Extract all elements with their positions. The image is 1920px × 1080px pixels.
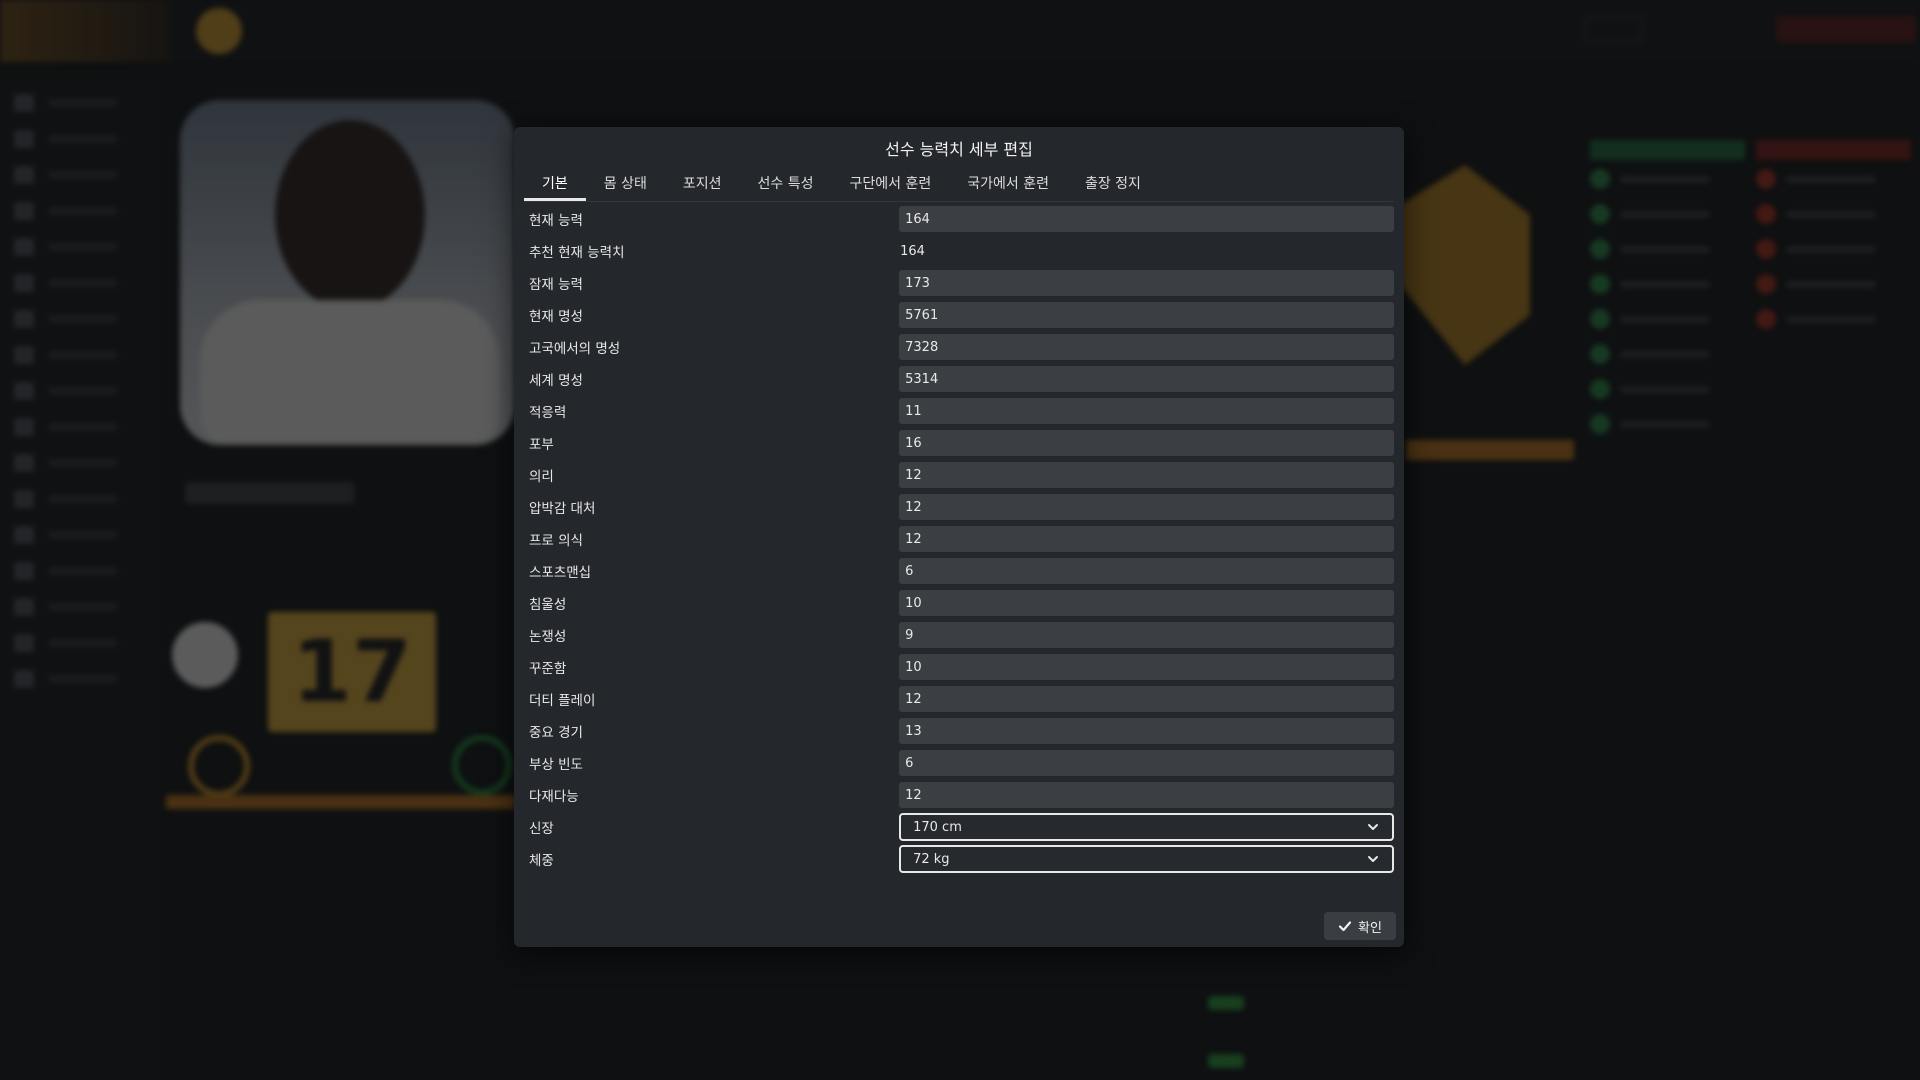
attribute-value-input[interactable] xyxy=(899,334,1394,360)
attribute-label: 추천 현재 능력치 xyxy=(529,245,625,261)
edit-attributes-dialog: 선수 능력치 세부 편집 기본 몸 상태 포지션 선수 특성 구단에서 훈련 국가에서 훈… xyxy=(514,127,1404,947)
attribute-label: 세계 명성 xyxy=(529,373,583,389)
confirm-button[interactable]: 확인 xyxy=(1324,912,1396,940)
select-value: 72 kg xyxy=(913,851,950,867)
checkmark-icon xyxy=(1338,921,1352,932)
weight-select[interactable]: 72 kg xyxy=(899,845,1394,873)
attribute-row: 고국에서의 명성 xyxy=(524,331,1394,363)
attribute-value-input[interactable] xyxy=(899,494,1394,520)
attribute-label: 더티 플레이 xyxy=(529,693,596,709)
attribute-row: 체중 72 kg xyxy=(524,845,1394,873)
chevron-down-icon xyxy=(1368,824,1378,830)
attribute-row: 다재다능 xyxy=(524,779,1394,811)
attribute-row: 잠재 능력 xyxy=(524,267,1394,299)
attributes-form: 현재 능력추천 현재 능력치 164 잠재 능력현재 명성고국에서의 명성세계 명성… xyxy=(524,203,1394,873)
attribute-label: 의리 xyxy=(529,469,554,485)
attribute-row: 추천 현재 능력치 164 xyxy=(524,235,1394,267)
tab-1[interactable]: 몸 상태 xyxy=(586,167,665,201)
confirm-label: 확인 xyxy=(1358,920,1382,936)
dialog-title: 선수 능력치 세부 편집 xyxy=(885,140,1033,159)
attribute-label: 고국에서의 명성 xyxy=(529,341,621,357)
recommended-ability-value: 164 xyxy=(900,243,925,259)
attribute-value-input[interactable] xyxy=(899,398,1394,424)
tab-5[interactable]: 국가에서 훈련 xyxy=(949,167,1067,201)
attribute-row: 적응력 xyxy=(524,395,1394,427)
tab-4[interactable]: 구단에서 훈련 xyxy=(831,167,949,201)
attribute-value-input[interactable] xyxy=(899,206,1394,232)
attribute-row: 신장 170 cm xyxy=(524,813,1394,841)
attribute-value-input[interactable] xyxy=(899,558,1394,584)
height-select[interactable]: 170 cm xyxy=(899,813,1394,841)
attribute-row: 중요 경기 xyxy=(524,715,1394,747)
attribute-label: 체중 xyxy=(529,853,554,869)
attribute-value-input[interactable] xyxy=(899,782,1394,808)
attribute-row: 꾸준함 xyxy=(524,651,1394,683)
attribute-row: 논쟁성 xyxy=(524,619,1394,651)
attribute-value-input[interactable] xyxy=(899,270,1394,296)
attribute-value-input[interactable] xyxy=(899,622,1394,648)
attribute-row: 더티 플레이 xyxy=(524,683,1394,715)
attribute-label: 적응력 xyxy=(529,405,567,421)
attribute-label: 꾸준함 xyxy=(529,661,567,677)
tab-6[interactable]: 출장 정지 xyxy=(1067,167,1159,201)
attribute-value-input[interactable] xyxy=(899,654,1394,680)
attribute-label: 포부 xyxy=(529,437,554,453)
tab-2[interactable]: 포지션 xyxy=(665,167,740,201)
attribute-row: 현재 명성 xyxy=(524,299,1394,331)
attribute-value-input[interactable] xyxy=(899,430,1394,456)
attribute-label: 현재 명성 xyxy=(529,309,583,325)
attribute-row: 침울성 xyxy=(524,587,1394,619)
tab-0[interactable]: 기본 xyxy=(524,167,586,201)
attribute-label: 신장 xyxy=(529,821,554,837)
attribute-label: 스포츠맨십 xyxy=(529,565,592,581)
attribute-value-input[interactable] xyxy=(899,366,1394,392)
attribute-value-input[interactable] xyxy=(899,590,1394,616)
attribute-value-input[interactable] xyxy=(899,750,1394,776)
attribute-label: 압박감 대처 xyxy=(529,501,596,517)
attribute-value-input[interactable] xyxy=(899,718,1394,744)
attribute-row: 의리 xyxy=(524,459,1394,491)
chevron-down-icon xyxy=(1368,856,1378,862)
attribute-row: 프로 의식 xyxy=(524,523,1394,555)
select-value: 170 cm xyxy=(913,819,962,835)
tab-3[interactable]: 선수 특성 xyxy=(740,167,832,201)
attribute-value-input[interactable] xyxy=(899,526,1394,552)
attribute-label: 잠재 능력 xyxy=(529,277,583,293)
attribute-value-input[interactable] xyxy=(899,302,1394,328)
attribute-value-input[interactable] xyxy=(899,462,1394,488)
attribute-label: 논쟁성 xyxy=(529,629,567,645)
attribute-row: 포부 xyxy=(524,427,1394,459)
attribute-label: 프로 의식 xyxy=(529,533,583,549)
attribute-label: 중요 경기 xyxy=(529,725,583,741)
attribute-value-input[interactable] xyxy=(899,686,1394,712)
attribute-label: 부상 빈도 xyxy=(529,757,583,773)
attribute-row: 부상 빈도 xyxy=(524,747,1394,779)
attribute-row: 현재 능력 xyxy=(524,203,1394,235)
attribute-label: 다재다능 xyxy=(529,789,579,805)
tab-divider xyxy=(524,201,1394,202)
attribute-row: 압박감 대처 xyxy=(524,491,1394,523)
attribute-row: 스포츠맨십 xyxy=(524,555,1394,587)
dialog-tabs: 기본 몸 상태 포지션 선수 특성 구단에서 훈련 국가에서 훈련 출장 정지 xyxy=(524,167,1159,201)
attribute-label: 침울성 xyxy=(529,597,567,613)
attribute-row: 세계 명성 xyxy=(524,363,1394,395)
attribute-label: 현재 능력 xyxy=(529,213,583,229)
